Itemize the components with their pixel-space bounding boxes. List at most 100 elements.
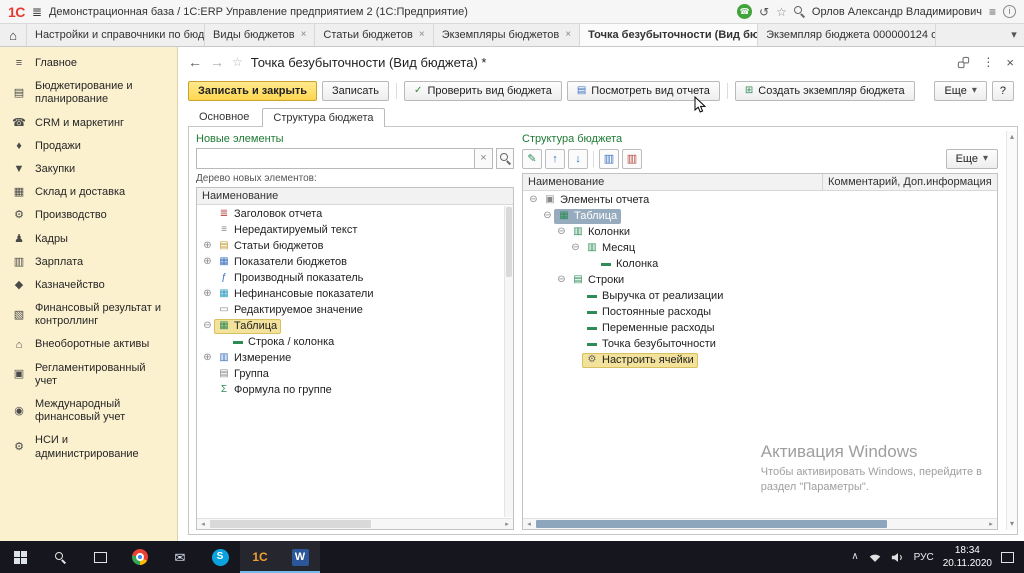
sidebar-item[interactable]: ⚙ НСИ и администрирование (0, 429, 177, 465)
tab-close-icon[interactable]: × (301, 30, 307, 40)
save-settings-button[interactable]: ▥ (622, 149, 642, 169)
expand-toggle-icon[interactable]: ⊖ (541, 211, 554, 221)
load-settings-button[interactable]: ▥ (599, 149, 619, 169)
functions-menu-icon[interactable]: ≡ (989, 6, 996, 18)
more-button[interactable]: Еще▾ (934, 81, 986, 101)
create-budget-instance-button[interactable]: ⊞Создать экземпляр бюджета (735, 81, 915, 101)
tree-item[interactable]: ⊖ ▦Таблица (523, 208, 997, 224)
tree-item[interactable]: ƒПроизводный показатель (197, 270, 513, 286)
help-button[interactable]: ? (992, 81, 1014, 101)
expand-toggle-icon[interactable]: ⊖ (555, 275, 568, 285)
home-tab-button[interactable]: ⌂ (0, 24, 27, 46)
sidebar-item[interactable]: ☎ CRM и маркетинг (0, 112, 177, 135)
scroll-right-icon[interactable]: ▸ (501, 521, 513, 528)
tray-expand-icon[interactable]: ∧ (851, 552, 858, 562)
window-tab[interactable]: Виды бюджетов × (205, 24, 315, 46)
tab-close-icon[interactable]: × (565, 30, 571, 40)
tree-item[interactable]: ⊖ ▤Строки (523, 272, 997, 288)
view-report-button[interactable]: ▤Посмотреть вид отчета (567, 81, 720, 101)
more-menu-icon[interactable]: ⋮ (982, 56, 994, 68)
scroll-left-icon[interactable]: ◂ (523, 521, 535, 528)
sidebar-item[interactable]: ▥ Зарплата (0, 251, 177, 274)
move-down-button[interactable]: ↓ (568, 149, 588, 169)
sidebar-item[interactable]: ▦ Склад и доставка (0, 181, 177, 204)
tree-item[interactable]: ▬Постоянные расходы (523, 304, 997, 320)
close-form-icon[interactable]: × (1006, 56, 1014, 69)
sidebar-item[interactable]: ◉ Международный финансовый учет (0, 393, 177, 429)
tree-item[interactable]: ▬Точка безубыточности (523, 336, 997, 352)
expand-toggle-icon[interactable]: ⊖ (555, 227, 568, 237)
sidebar-item[interactable]: ▼ Закупки (0, 158, 177, 181)
tree-item[interactable]: ▤Группа (197, 366, 513, 382)
language-indicator[interactable]: РУС (914, 552, 934, 563)
expand-toggle-icon[interactable]: ⊕ (201, 353, 214, 363)
sidebar-item[interactable]: ◆ Казначейство (0, 274, 177, 297)
save-and-close-button[interactable]: Записать и закрыть (188, 81, 317, 101)
new-elements-search-input[interactable] (196, 148, 475, 169)
save-button[interactable]: Записать (322, 81, 389, 101)
tree-item[interactable]: ΣФормула по группе (197, 382, 513, 398)
window-tab[interactable]: Настройки и справочники по бюдж... × (27, 24, 205, 46)
tree-item[interactable]: ▭Редактируемое значение (197, 302, 513, 318)
forward-button[interactable]: → (210, 55, 224, 69)
back-button[interactable]: ← (188, 55, 202, 69)
tree-item[interactable]: ▬Переменные расходы (523, 320, 997, 336)
tab-close-icon[interactable]: × (419, 30, 425, 40)
current-user[interactable]: Орлов Александр Владимирович (812, 6, 982, 18)
tree-item[interactable]: ▬Выручка от реализации (523, 288, 997, 304)
clock[interactable]: 18:34 20.11.2020 (943, 544, 992, 570)
expand-toggle-icon[interactable]: ⊕ (201, 241, 214, 251)
tree-item[interactable]: ⊖ ▥Месяц (523, 240, 997, 256)
form-tab[interactable]: Структура бюджета (262, 108, 384, 127)
window-tab[interactable]: Экземпляр бюджета 000000124 о... × (758, 24, 936, 46)
word-taskbar-button[interactable]: W (280, 541, 320, 573)
task-view-button[interactable] (80, 541, 120, 573)
scroll-down-icon[interactable]: ▾ (1010, 520, 1014, 528)
form-tab[interactable]: Основное (188, 107, 260, 126)
scroll-left-icon[interactable]: ◂ (197, 521, 209, 528)
horizontal-scrollbar[interactable]: ◂ ▸ (197, 518, 513, 529)
support-button[interactable]: ☎ (737, 4, 752, 19)
favorites-icon[interactable]: ☆ (776, 6, 787, 18)
sidebar-item[interactable]: ♦ Продажи (0, 135, 177, 158)
window-tab[interactable]: Статьи бюджетов × (315, 24, 433, 46)
edit-element-button[interactable]: ✎ (522, 149, 542, 169)
taskbar-search-button[interactable] (40, 541, 80, 573)
main-menu-icon[interactable]: ≣ (32, 6, 42, 18)
tab-overflow-button[interactable]: ▾ (1004, 24, 1024, 46)
expand-toggle-icon[interactable]: ⊖ (201, 321, 214, 331)
tree-item[interactable]: ⊖ ▥Колонки (523, 224, 997, 240)
start-button[interactable] (0, 541, 40, 573)
expand-toggle-icon[interactable]: ⊖ (527, 195, 540, 205)
tree-item[interactable]: ⊖ ▦Таблица (197, 318, 513, 334)
tree-item[interactable]: ⊖ ▣Элементы отчета (523, 192, 997, 208)
tree-item[interactable]: ⊕ ▦Нефинансовые показатели (197, 286, 513, 302)
expand-toggle-icon[interactable]: ⊕ (201, 257, 214, 267)
move-up-button[interactable]: ↑ (545, 149, 565, 169)
window-tab[interactable]: Точка безубыточности (Вид бюдж... × (580, 24, 758, 46)
mail-taskbar-button[interactable]: ✉ (160, 541, 200, 573)
chrome-taskbar-button[interactable] (120, 541, 160, 573)
sidebar-item[interactable]: ▤ Бюджетирование и планирование (0, 75, 177, 111)
scroll-right-icon[interactable]: ▸ (985, 521, 997, 528)
action-center-icon[interactable] (1001, 552, 1014, 563)
sidebar-item[interactable]: ♟ Кадры (0, 228, 177, 251)
expand-toggle-icon[interactable]: ⊖ (569, 243, 582, 253)
sidebar-item[interactable]: ▣ Регламентированный учет (0, 357, 177, 393)
tree-item[interactable]: ⊕ ▥Измерение (197, 350, 513, 366)
window-tab[interactable]: Экземпляры бюджетов × (434, 24, 580, 46)
tree-item[interactable]: ⚙Настроить ячейки (523, 352, 997, 368)
horizontal-scrollbar[interactable]: ◂ ▸ (523, 518, 997, 529)
search-icon[interactable] (794, 6, 805, 17)
scroll-up-icon[interactable]: ▴ (1010, 133, 1014, 141)
clear-search-button[interactable]: × (475, 148, 493, 169)
sidebar-item[interactable]: ≡ Главное (0, 52, 177, 75)
structure-more-button[interactable]: Еще▾ (946, 149, 998, 169)
tree-item[interactable]: ≣Заголовок отчета (197, 206, 513, 222)
history-icon[interactable]: ↺ (759, 6, 769, 18)
form-vertical-scrollbar[interactable]: ▴ ▾ (1006, 131, 1017, 530)
add-to-favorites-icon[interactable]: ☆ (232, 56, 243, 68)
sidebar-item[interactable]: ▧ Финансовый результат и контроллинг (0, 297, 177, 333)
tree-item[interactable]: ⊕ ▤Статьи бюджетов (197, 238, 513, 254)
get-link-icon[interactable] (957, 56, 970, 69)
